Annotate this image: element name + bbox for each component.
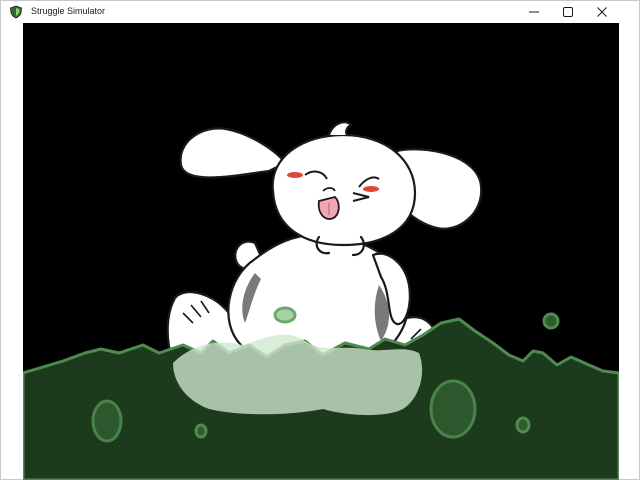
maximize-button[interactable] <box>551 1 585 23</box>
window-title: Struggle Simulator <box>31 6 106 16</box>
app-shield-icon <box>9 5 23 19</box>
slime-bubble <box>515 416 531 434</box>
slime-bubble <box>91 399 123 443</box>
slime-bubble <box>273 306 297 324</box>
close-icon <box>597 7 607 17</box>
maximize-icon <box>563 7 573 17</box>
title-bar[interactable]: Struggle Simulator <box>1 1 639 23</box>
minimize-icon <box>529 7 539 17</box>
slime-bubble <box>194 423 208 439</box>
game-canvas[interactable] <box>23 23 619 480</box>
slime-bubble <box>429 379 477 439</box>
minimize-button[interactable] <box>517 1 551 23</box>
character-head <box>271 133 417 247</box>
game-scene <box>23 23 619 480</box>
slime-bubble <box>542 312 560 330</box>
close-button[interactable] <box>585 1 619 23</box>
app-window: Struggle Simulator <box>0 0 640 480</box>
